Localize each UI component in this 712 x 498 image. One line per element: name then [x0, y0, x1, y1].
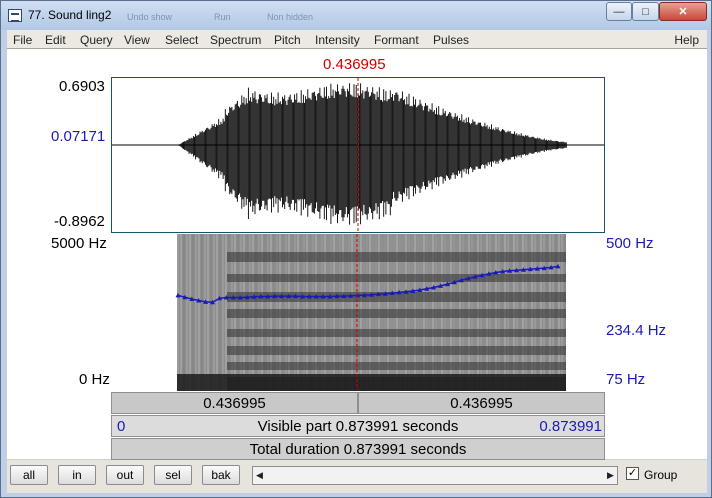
sel-button[interactable]: sel — [154, 465, 192, 485]
visible-part-label: Visible part 0.873991 seconds — [257, 417, 459, 435]
maximize-button[interactable]: □ — [632, 2, 659, 21]
spectrogram-column — [189, 234, 191, 391]
visible-end-label: 0.873991 — [539, 418, 602, 435]
cursor-time-label: 0.436995 — [323, 56, 386, 73]
bak-button[interactable]: bak — [202, 465, 240, 485]
pitch-mid-label: 234.4 Hz — [606, 322, 667, 339]
ghost-title-text: Run — [214, 12, 231, 22]
formant-band — [227, 329, 566, 337]
spectrogram-column — [186, 234, 188, 391]
waveform-canvas — [112, 78, 604, 232]
spectrogram-column — [207, 234, 209, 391]
formant-band — [227, 252, 566, 262]
spectrogram-view[interactable] — [111, 234, 605, 391]
visible-start-label: 0 — [117, 418, 126, 435]
waveform-view[interactable] — [111, 77, 605, 233]
spectrogram-column — [213, 234, 215, 391]
bottom-toolbar: all in out sel bak ◀ ▶ ✓ Group — [7, 460, 707, 493]
ghost-title-text: Undo show — [127, 12, 173, 22]
scroll-right-icon[interactable]: ▶ — [604, 467, 617, 484]
horizontal-scrollbar[interactable]: ◀ ▶ — [252, 466, 618, 485]
group-checkbox[interactable]: ✓ — [626, 467, 639, 480]
menu-formant[interactable]: Formant — [374, 33, 419, 47]
time-segment-left[interactable]: 0.436995 — [111, 392, 358, 414]
spectrogram-column — [195, 234, 197, 391]
spectrogram-column — [210, 234, 212, 391]
formant-band — [227, 309, 566, 318]
total-duration-bar[interactable]: Total duration 0.873991 seconds — [111, 438, 605, 460]
out-button[interactable]: out — [106, 465, 144, 485]
spectrogram-column — [183, 234, 185, 391]
menu-select[interactable]: Select — [165, 33, 198, 47]
app-icon — [8, 9, 22, 22]
spectrogram-column — [222, 234, 224, 391]
spectrogram-column — [225, 234, 227, 391]
menu-bar: File Edit Query View Select Spectrum Pit… — [7, 30, 707, 49]
spectrogram-column — [192, 234, 194, 391]
praat-sound-window: 77. Sound ling2 Undo show Run Non hidden… — [0, 0, 712, 498]
spectrogram-canvas — [175, 234, 566, 391]
pitch-top-label: 500 Hz — [606, 235, 654, 252]
waveform-trace — [178, 83, 567, 225]
menu-query[interactable]: Query — [80, 33, 113, 47]
spectrogram-column — [201, 234, 203, 391]
menu-help[interactable]: Help — [674, 33, 699, 47]
client-area: File Edit Query View Select Spectrum Pit… — [7, 30, 707, 493]
all-button[interactable]: all — [10, 465, 48, 485]
scroll-left-icon[interactable]: ◀ — [253, 467, 266, 484]
spectrogram-column — [219, 234, 221, 391]
spectrogram-column — [180, 234, 182, 391]
menu-view[interactable]: View — [124, 33, 150, 47]
waveform-max-label: 0.6903 — [59, 78, 105, 95]
menu-edit[interactable]: Edit — [45, 33, 66, 47]
menu-pitch[interactable]: Pitch — [274, 33, 301, 47]
window-title: 77. Sound ling2 — [28, 8, 112, 22]
spectrogram-bottom-frequency-label: 0 Hz — [79, 371, 110, 388]
formant-band — [227, 346, 566, 355]
formant-band — [227, 292, 566, 302]
spectrogram-column — [204, 234, 206, 391]
waveform-min-label: -0.8962 — [54, 213, 105, 230]
spectrogram-column — [198, 234, 200, 391]
visible-part-bar[interactable]: 0 Visible part 0.873991 seconds 0.873991 — [111, 415, 605, 437]
pitch-bottom-label: 75 Hz — [606, 371, 646, 388]
title-bar: 77. Sound ling2 Undo show Run Non hidden… — [1, 1, 711, 30]
group-label: Group — [644, 468, 678, 482]
voicing-bar — [177, 374, 566, 391]
menu-pulses[interactable]: Pulses — [433, 33, 469, 47]
close-button[interactable]: ✕ — [659, 2, 707, 21]
ghost-title-text: Non hidden — [267, 12, 314, 22]
spectrogram-column — [216, 234, 218, 391]
menu-file[interactable]: File — [13, 33, 32, 47]
menu-intensity[interactable]: Intensity — [315, 33, 360, 47]
in-button[interactable]: in — [58, 465, 96, 485]
spectrogram-top-frequency-label: 5000 Hz — [51, 235, 107, 252]
spectrogram-column — [177, 234, 179, 391]
waveform-cursor-value-label: 0.07171 — [51, 128, 106, 145]
menu-spectrum[interactable]: Spectrum — [210, 33, 261, 47]
minimize-button[interactable]: — — [606, 2, 632, 21]
editor-panel: 0.436995 0.6903 0.07171 -0.8962 5000 Hz … — [7, 49, 707, 460]
formant-band — [227, 274, 566, 282]
formant-band — [227, 362, 566, 370]
time-segment-right[interactable]: 0.436995 — [358, 392, 605, 414]
